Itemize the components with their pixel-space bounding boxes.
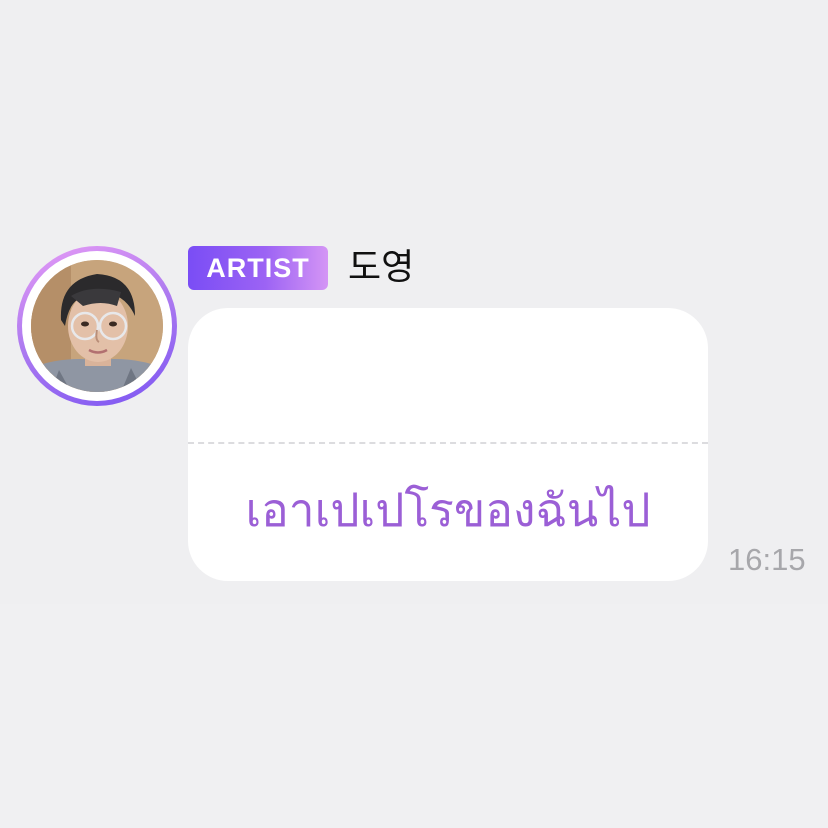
chat-empty-area <box>0 604 828 828</box>
chat-message-row: ARTIST 도영 เอาเปเปโรของฉันไป 16:15 <box>0 0 828 604</box>
message-text: เอาเปเปโรของฉันไป <box>245 483 651 537</box>
avatar-photo <box>31 260 163 392</box>
artist-badge: ARTIST <box>188 246 328 290</box>
sender-name[interactable]: 도영 <box>348 244 414 292</box>
message-timestamp: 16:15 <box>728 542 806 577</box>
avatar-border <box>22 251 172 401</box>
bubble-divider <box>188 442 708 444</box>
message-bubble[interactable]: เอาเปเปโรของฉันไป <box>188 308 708 581</box>
bubble-media-area <box>188 308 708 442</box>
avatar[interactable] <box>17 246 177 406</box>
